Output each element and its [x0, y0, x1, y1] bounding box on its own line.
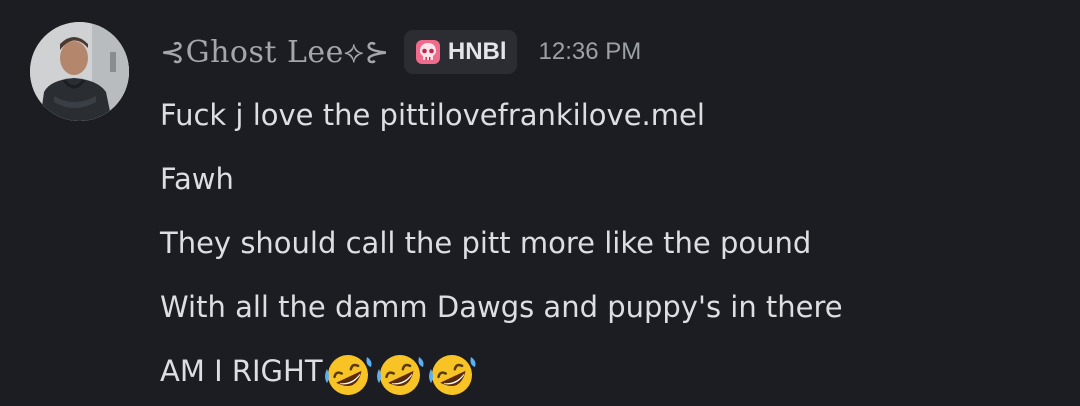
- message-line: Fawh: [160, 162, 234, 196]
- timestamp[interactable]: 12:36 PM: [539, 38, 642, 66]
- message-header: ⊰Ghost Lee⟡⊱ HNBl 12:36 PM: [160, 28, 641, 76]
- role-tag-label: HNBl: [447, 38, 507, 65]
- avatar[interactable]: [30, 22, 129, 121]
- rolling-on-floor-laughing-emoji[interactable]: [321, 349, 375, 397]
- message-content: Fuck j love the pittilovefrankilove.mel …: [160, 83, 1060, 403]
- message-line-text: AM I RIGHT: [160, 354, 323, 388]
- skull-icon: [414, 38, 442, 66]
- username[interactable]: ⊰Ghost Lee⟡⊱: [160, 35, 390, 70]
- rolling-on-floor-laughing-emoji[interactable]: [373, 349, 427, 397]
- role-tag[interactable]: HNBl: [403, 30, 517, 74]
- emoji-group: [321, 349, 477, 397]
- message-line-last: AM I RIGHT: [160, 339, 1060, 403]
- message-line: They should call the pitt more like the …: [160, 226, 812, 260]
- rolling-on-floor-laughing-emoji[interactable]: [425, 349, 479, 397]
- chat-message: ⊰Ghost Lee⟡⊱ HNBl 12:36 PM Fuck j love t…: [0, 0, 1080, 406]
- message-line: With all the damm Dawgs and puppy's in t…: [160, 290, 843, 324]
- message-line: Fuck j love the pittilovefrankilove.mel: [160, 98, 705, 132]
